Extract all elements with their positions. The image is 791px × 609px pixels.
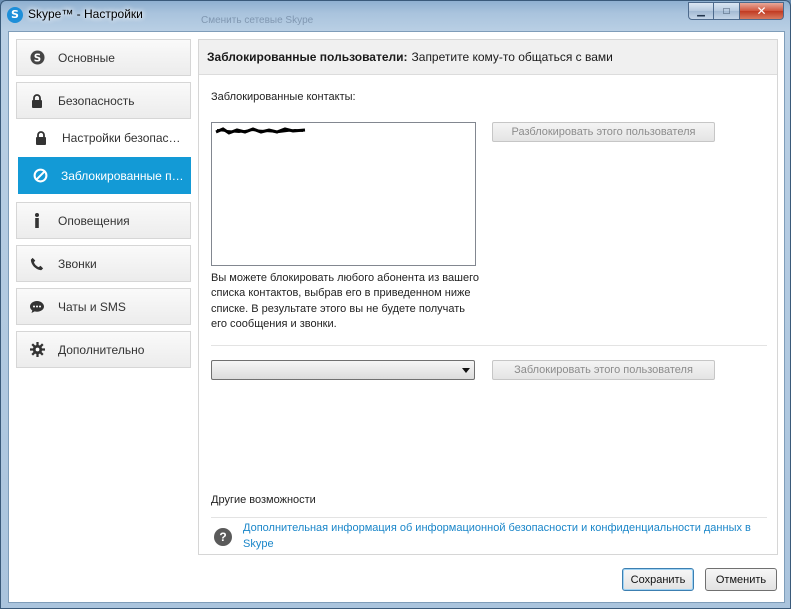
sidebar-item-label: Дополнительно (58, 342, 145, 357)
sidebar-item-calls[interactable]: Звонки (16, 245, 191, 282)
skype-icon: S (29, 50, 45, 66)
sidebar-item-label: Чаты и SMS (58, 299, 126, 314)
window-title: Skype™ - Настройки (28, 7, 143, 21)
sidebar-item-label: Безопасность (58, 93, 135, 108)
block-icon (32, 168, 48, 184)
help-icon: ? (214, 528, 232, 546)
maximize-button[interactable]: □ (714, 2, 740, 20)
skype-app-icon: S (7, 7, 23, 23)
sidebar-item-label: Заблокированные пользователи (61, 168, 186, 183)
sidebar-item-security[interactable]: Безопасность (16, 82, 191, 119)
sidebar-item-advanced[interactable]: Дополнительно (16, 331, 191, 368)
list-item[interactable] (215, 126, 307, 136)
panel-header-title: Заблокированные пользователи: (207, 50, 408, 64)
title-bar[interactable]: S Skype™ - Настройки Сменить сетевые Sky… (1, 1, 790, 29)
other-options-label: Другие возможности (211, 494, 316, 506)
blocked-contacts-list[interactable] (211, 122, 476, 266)
sidebar: S Основные Безопасность Настройки безопа… (9, 32, 198, 602)
gear-icon (29, 342, 45, 358)
divider (211, 345, 767, 346)
background-window-text: Сменить сетевые Skype (201, 15, 314, 26)
blocked-users-panel: Заблокированные пользователи: Запретите … (198, 39, 778, 555)
chat-icon (29, 299, 45, 315)
minimize-icon: ▁ (697, 5, 705, 17)
sidebar-item-label: Настройки безопасности (62, 130, 187, 145)
panel-header-subtitle: Запретите кому-то общаться с вами (411, 50, 613, 64)
minimize-button[interactable]: ▁ (688, 2, 714, 20)
save-button[interactable]: Сохранить (622, 568, 694, 591)
contact-select[interactable] (211, 360, 475, 380)
maximize-icon: □ (723, 5, 730, 17)
sidebar-item-blocked-users[interactable]: Заблокированные пользователи (18, 157, 191, 194)
window-controls: ▁ □ ✕ (688, 2, 784, 20)
close-icon: ✕ (756, 4, 767, 18)
settings-window: S Skype™ - Настройки Сменить сетевые Sky… (0, 0, 791, 609)
sidebar-item-security-settings[interactable]: Настройки безопасности (19, 119, 191, 156)
close-button[interactable]: ✕ (740, 2, 784, 20)
block-user-button[interactable]: Заблокировать этого пользователя (492, 360, 715, 380)
chevron-down-icon (462, 368, 470, 373)
client-area: S Основные Безопасность Настройки безопа… (8, 31, 785, 603)
blocked-contacts-label: Заблокированные контакты: (211, 91, 356, 103)
unblock-user-button[interactable]: Разблокировать этого пользователя (492, 122, 715, 142)
info-icon (29, 213, 45, 229)
panel-header: Заблокированные пользователи: Запретите … (199, 40, 777, 75)
block-description: Вы можете блокировать любого абонента из… (211, 272, 479, 330)
lock-icon (29, 93, 45, 109)
sidebar-item-label: Звонки (58, 256, 97, 271)
lock-icon (33, 130, 49, 146)
sidebar-item-notifications[interactable]: Оповещения (16, 202, 191, 239)
sidebar-item-chats-sms[interactable]: Чаты и SMS (16, 288, 191, 325)
sidebar-item-label: Оповещения (58, 213, 130, 228)
cancel-button[interactable]: Отменить (705, 568, 777, 591)
svg-text:S: S (33, 52, 40, 64)
sidebar-item-general[interactable]: S Основные (16, 39, 191, 76)
privacy-info-link[interactable]: Дополнительная информация об информацион… (243, 520, 753, 552)
divider (211, 517, 767, 518)
phone-icon (29, 256, 45, 272)
sidebar-item-label: Основные (58, 50, 115, 65)
